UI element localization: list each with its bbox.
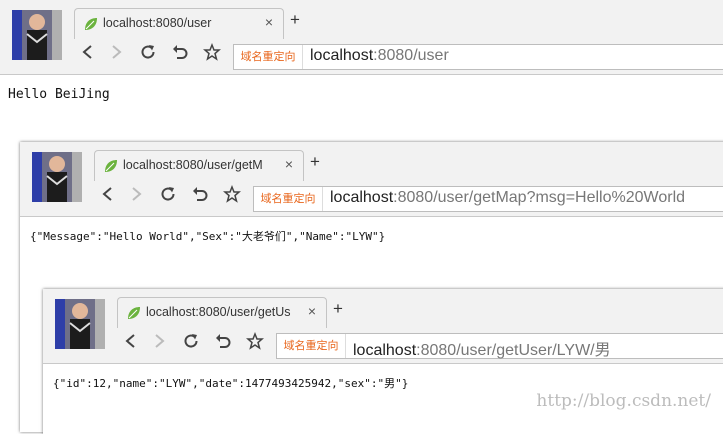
reload-button[interactable] [156, 182, 180, 206]
browser-window-getuser: localhost:8080/user/getUs × + 域名重定向 loca… [43, 289, 723, 434]
bookmark-button[interactable] [200, 40, 224, 64]
bookmark-button[interactable] [243, 329, 267, 353]
tab-title: localhost:8080/user [103, 16, 212, 30]
url-text: localhost:8080/user [310, 47, 449, 64]
star-icon [203, 43, 221, 61]
forward-button[interactable] [147, 329, 171, 353]
redirect-badge[interactable]: 域名重定向 [277, 334, 346, 358]
close-icon[interactable]: × [285, 156, 293, 172]
back-button[interactable] [119, 329, 143, 353]
forward-arrow-icon [155, 334, 165, 348]
back-button[interactable] [76, 40, 100, 64]
browser-toolbar: localhost:8080/user/getM × + 域名重定向 local… [20, 142, 723, 217]
redirect-badge[interactable]: 域名重定向 [254, 187, 323, 211]
back-arrow-icon [102, 187, 112, 201]
address-bar[interactable]: 域名重定向 localhost:8080/user [233, 44, 723, 70]
forward-arrow-icon [112, 45, 122, 59]
star-icon [223, 185, 241, 203]
browser-tab[interactable]: localhost:8080/user/getM × [94, 150, 304, 181]
browser-toolbar: localhost:8080/user/getUs × + 域名重定向 loca… [43, 289, 723, 364]
plus-icon[interactable]: + [310, 152, 320, 172]
spring-leaf-icon [83, 16, 99, 32]
spring-leaf-icon [126, 305, 142, 321]
url-text: localhost:8080/user/getUser/LYW/男 [353, 342, 611, 359]
star-icon [246, 332, 264, 350]
watermark: http://blog.csdn.net/ [536, 391, 711, 411]
spring-leaf-icon [103, 158, 119, 174]
forward-arrow-icon [132, 187, 142, 201]
bookmark-button[interactable] [220, 182, 244, 206]
close-icon[interactable]: × [265, 14, 273, 30]
browser-tab[interactable]: localhost:8080/user/getUs × [117, 297, 327, 328]
avatar[interactable] [55, 299, 105, 349]
undo-button[interactable] [168, 40, 192, 64]
forward-button[interactable] [124, 182, 148, 206]
avatar[interactable] [32, 152, 82, 202]
url-text: localhost:8080/user/getMap?msg=Hello%20W… [330, 189, 686, 206]
page-body: Hello BeiJing [8, 87, 110, 102]
back-arrow-icon [82, 45, 92, 59]
forward-button[interactable] [104, 40, 128, 64]
close-icon[interactable]: × [308, 303, 316, 319]
tab-title: localhost:8080/user/getM [123, 158, 263, 172]
undo-button[interactable] [211, 329, 235, 353]
browser-toolbar: localhost:8080/user × + 域名重定向 localhost:… [0, 0, 723, 75]
plus-icon[interactable]: + [290, 10, 300, 30]
undo-icon [216, 334, 231, 348]
back-button[interactable] [96, 182, 120, 206]
reload-button[interactable] [179, 329, 203, 353]
reload-button[interactable] [136, 40, 160, 64]
plus-icon[interactable]: + [333, 299, 343, 319]
undo-icon [173, 45, 188, 59]
reload-icon [141, 45, 155, 59]
tab-title: localhost:8080/user/getUs [146, 305, 291, 319]
redirect-badge[interactable]: 域名重定向 [234, 45, 303, 69]
undo-button[interactable] [188, 182, 212, 206]
reload-icon [161, 187, 175, 201]
page-body: {"Message":"Hello World","Sex":"大老爷们","N… [30, 230, 386, 243]
reload-icon [184, 334, 198, 348]
undo-icon [193, 187, 208, 201]
address-bar[interactable]: 域名重定向 localhost:8080/user/getMap?msg=Hel… [253, 186, 723, 212]
back-arrow-icon [125, 334, 135, 348]
address-bar[interactable]: 域名重定向 localhost:8080/user/getUser/LYW/男 [276, 333, 723, 359]
page-body: {"id":12,"name":"LYW","date":14774934259… [53, 377, 409, 390]
avatar[interactable] [12, 10, 62, 60]
browser-tab[interactable]: localhost:8080/user × [74, 8, 284, 39]
